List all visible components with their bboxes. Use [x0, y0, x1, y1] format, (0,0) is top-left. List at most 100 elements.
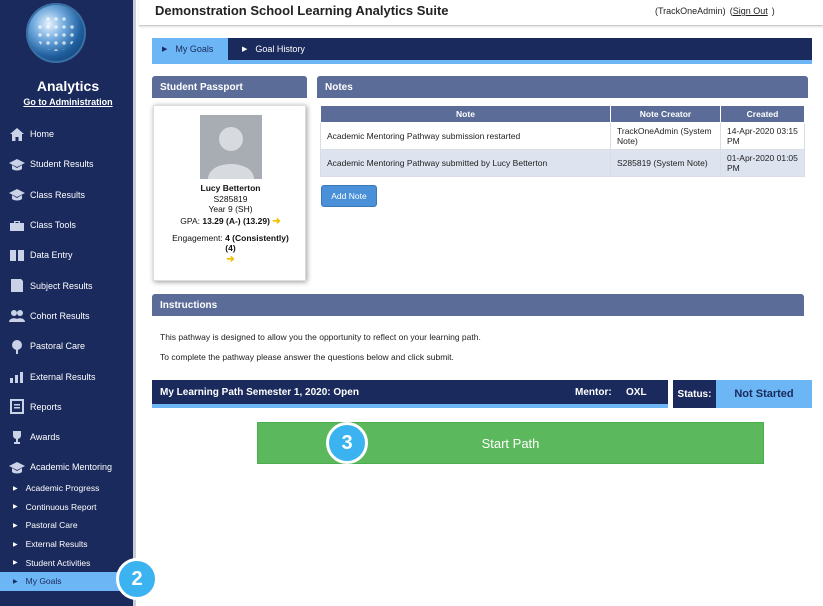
- table-header-row: Note Note Creator Created: [320, 105, 805, 123]
- status-value: Not Started: [734, 388, 794, 400]
- mentor-value: OXL: [626, 387, 647, 398]
- caret-right-icon: ▶: [13, 485, 18, 492]
- status-bar: Status: Not Started: [673, 380, 812, 408]
- sign-out-link[interactable]: Sign Out: [733, 6, 768, 16]
- sidebar-item-label: Academic Mentoring: [30, 462, 113, 473]
- created-cell: 14-Apr-2020 03:15 PM: [720, 122, 805, 150]
- created-cell: 01-Apr-2020 01:05 PM: [720, 149, 805, 177]
- caret-right-icon: ▶: [13, 541, 18, 548]
- student-passport-heading: Student Passport: [152, 76, 307, 98]
- subitem-label: My Goals: [25, 576, 62, 587]
- engagement-value: 4 (Consistently): [225, 233, 289, 243]
- gpa-value: 13.29 (A-) (13.29): [202, 216, 270, 226]
- arrow-right-icon: ➜: [226, 254, 235, 265]
- book-icon: [8, 248, 25, 263]
- subitem-my-goals[interactable]: ▶ My Goals: [0, 571, 133, 591]
- sidebar-item-reports[interactable]: Reports: [0, 392, 133, 422]
- tab-goal-history[interactable]: ▶ Goal History: [232, 38, 342, 60]
- sidebar-item-class-tools[interactable]: Class Tools: [0, 210, 133, 240]
- sidebar-item-label: Cohort Results: [30, 310, 90, 321]
- subitem-pastoral-care[interactable]: ▶ Pastoral Care: [0, 516, 133, 535]
- report-icon: [8, 399, 25, 415]
- gpa-line: GPA: 13.29 (A-) (13.29) ➜: [154, 216, 307, 227]
- tab-my-goals[interactable]: ▶ My Goals: [152, 38, 228, 60]
- users-icon: [8, 308, 25, 323]
- graduation-cap-icon: [8, 460, 25, 475]
- subitem-label: Academic Progress: [25, 483, 100, 494]
- student-name: Lucy Betterton: [200, 183, 261, 193]
- caret-right-icon: ▶: [13, 560, 18, 567]
- subitem-student-activities[interactable]: ▶ Student Activities: [0, 553, 133, 572]
- sidebar-item-label: Class Tools: [30, 220, 76, 231]
- instructions-line-2: To complete the pathway please answer th…: [160, 352, 454, 362]
- status-label: Status:: [673, 380, 716, 408]
- toolbox-icon: [8, 218, 25, 233]
- caret-right-icon: ▶: [13, 578, 18, 585]
- sidebar-item-cohort-results[interactable]: Cohort Results: [0, 301, 133, 331]
- creator-cell: S285819 (System Note): [610, 149, 721, 177]
- sidebar-item-label: Pastoral Care: [30, 341, 86, 352]
- sidebar-item-external-results[interactable]: External Results: [0, 361, 133, 391]
- caret-right-icon: ▶: [242, 46, 248, 53]
- go-to-administration-link[interactable]: Go to Administration: [0, 97, 136, 107]
- learning-path-title: My Learning Path Semester 1, 2020: Open: [160, 387, 359, 398]
- sidebar-nav: Home Student Results Class Results Class…: [0, 119, 133, 483]
- sidebar-item-data-entry[interactable]: Data Entry: [0, 240, 133, 270]
- caret-right-icon: ▶: [13, 504, 18, 511]
- instructions-line-1: This pathway is designed to allow you th…: [160, 332, 481, 342]
- tree-icon: [8, 339, 25, 354]
- graduation-cap-icon: [8, 157, 25, 172]
- student-year: Year 9 (SH): [208, 204, 253, 214]
- tab-label: My Goals: [175, 44, 214, 54]
- sidebar-subnav: ▶ Academic Progress ▶ Continuous Report ▶ P…: [0, 479, 133, 591]
- sidebar-item-class-results[interactable]: Class Results: [0, 180, 133, 210]
- username: (TrackOneAdmin): [655, 6, 726, 16]
- subitem-label: Student Activities: [25, 557, 91, 568]
- sidebar-item-label: Student Results: [30, 159, 94, 170]
- subitem-academic-progress[interactable]: ▶ Academic Progress: [0, 479, 133, 498]
- engagement-line: Engagement: 4 (Consistently): [154, 233, 307, 243]
- sidebar-item-label: Home: [30, 129, 55, 140]
- add-note-button[interactable]: Add Note: [321, 185, 377, 207]
- creator-cell: TrackOneAdmin (System Note): [610, 122, 721, 150]
- sidebar-item-label: Subject Results: [30, 280, 93, 291]
- mentor-label: Mentor:: [575, 387, 612, 398]
- step-badge-2: 2: [116, 558, 158, 600]
- tab-bar: ▶ My Goals ▶ Goal History: [152, 38, 812, 64]
- app-title: Analytics: [36, 78, 100, 94]
- sidebar-item-label: Reports: [30, 401, 62, 412]
- book-icon: [8, 278, 25, 293]
- sidebar-item-student-results[interactable]: Student Results: [0, 149, 133, 179]
- avatar: [200, 115, 262, 179]
- suite-title: Demonstration School Learning Analytics …: [155, 3, 449, 18]
- instructions-heading: Instructions: [152, 294, 804, 316]
- subitem-label: External Results: [25, 539, 88, 550]
- sidebar: Analytics Go to Administration Home Stud…: [0, 0, 136, 606]
- gpa-label: GPA:: [180, 216, 200, 226]
- sidebar-item-label: Data Entry: [30, 250, 73, 261]
- sidebar-item-subject-results[interactable]: Subject Results: [0, 270, 133, 300]
- sidebar-item-awards[interactable]: Awards: [0, 422, 133, 452]
- subitem-external-results[interactable]: ▶ External Results: [0, 535, 133, 554]
- student-id: S285819: [213, 194, 248, 204]
- home-icon: [8, 127, 25, 142]
- subitem-label: Pastoral Care: [25, 520, 78, 531]
- engagement-arrow: ➜: [154, 254, 307, 265]
- sidebar-item-label: Awards: [30, 432, 60, 443]
- trophy-icon: [8, 430, 25, 445]
- note-cell: Academic Mentoring Pathway submission re…: [320, 122, 611, 150]
- step-badge-3: 3: [326, 422, 368, 464]
- column-header-note-creator: Note Creator: [610, 105, 721, 123]
- column-header-note: Note: [320, 105, 611, 123]
- graduation-cap-icon: [8, 187, 25, 202]
- table-row: Academic Mentoring Pathway submission re…: [320, 122, 805, 150]
- caret-right-icon: ▶: [13, 522, 18, 529]
- table-row: Academic Mentoring Pathway submitted by …: [320, 149, 805, 177]
- student-passport-card: Lucy Betterton S285819 Year 9 (SH) GPA: …: [153, 105, 306, 281]
- sidebar-item-home[interactable]: Home: [0, 119, 133, 149]
- sidebar-item-pastoral-care[interactable]: Pastoral Care: [0, 331, 133, 361]
- notes-table: Note Note Creator Created Academic Mento…: [320, 105, 805, 177]
- subitem-continuous-report[interactable]: ▶ Continuous Report: [0, 498, 133, 517]
- sidebar-item-label: Class Results: [30, 189, 86, 200]
- tab-label: Goal History: [255, 44, 305, 54]
